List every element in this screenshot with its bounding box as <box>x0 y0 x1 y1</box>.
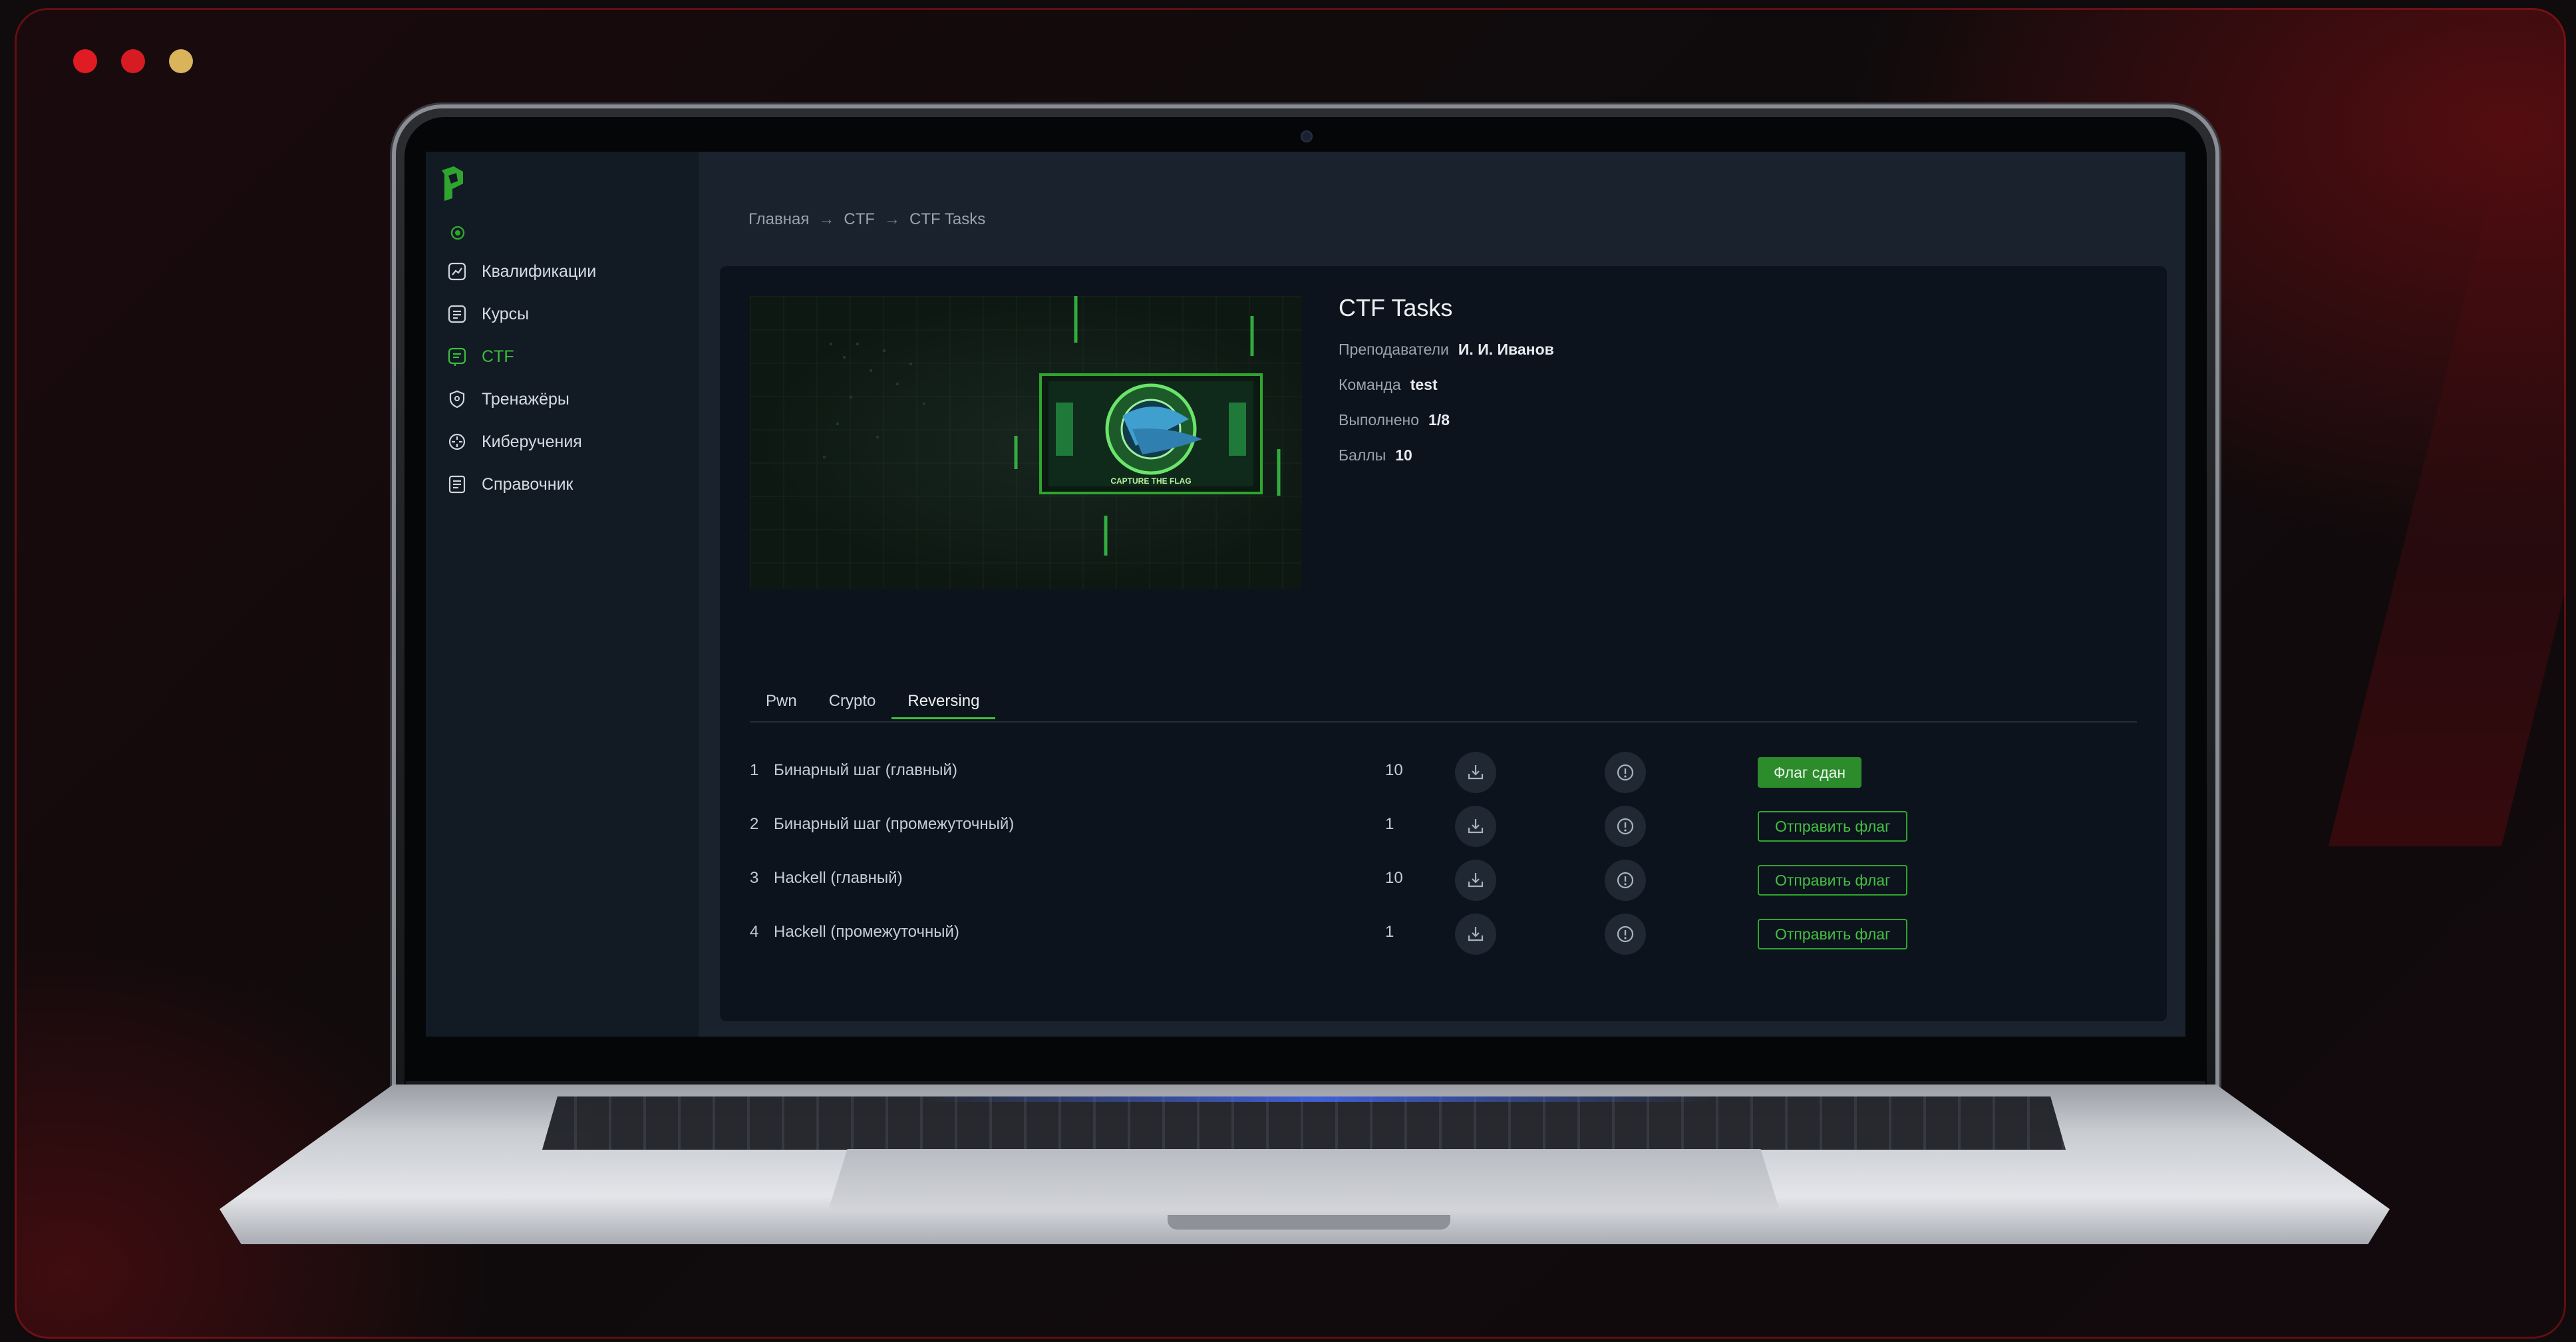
sidebar-nav: Квалификации Курсы CTF Тренажёры Киберуч… <box>446 250 596 506</box>
flag-submitted-button[interactable]: Флаг сдан <box>1758 757 1862 788</box>
decorative-slash <box>2328 114 2566 846</box>
sidebar-item-reference[interactable]: Справочник <box>446 463 596 506</box>
tab-crypto[interactable]: Crypto <box>813 692 892 717</box>
app-screen: Квалификации Курсы CTF Тренажёры Киберуч… <box>426 152 2185 1037</box>
sidebar-item-label: Справочник <box>482 474 573 494</box>
task-row: 2 Бинарный шаг (промежуточный) 1 Отправи… <box>750 800 2137 854</box>
laptop-notch <box>1168 1215 1450 1230</box>
sidebar-item-ctf[interactable]: CTF <box>446 335 596 378</box>
info-icon <box>1617 818 1634 835</box>
window-close-dot[interactable] <box>73 49 97 73</box>
course-info: CTF Tasks Преподаватели И. И. Иванов Кома… <box>1339 294 1554 482</box>
laptop-keyboard <box>542 1096 2066 1150</box>
task-points: 1 <box>1385 923 1394 941</box>
sidebar-item-label: Курсы <box>482 304 530 323</box>
sidebar-item-trainers[interactable]: Тренажёры <box>446 378 596 420</box>
done-value: 1/8 <box>1428 411 1450 428</box>
task-number: 1 <box>750 761 759 779</box>
task-row: 1 Бинарный шаг (главный) 10 Флаг сдан <box>750 747 2137 800</box>
course-banner-image: CAPTURE THE FLAG <box>750 296 1302 589</box>
sidebar: Квалификации Курсы CTF Тренажёры Киберуч… <box>426 152 699 1037</box>
sidebar-item-label: Киберучения <box>482 432 582 451</box>
task-row: 3 Hackell (главный) 10 Отправить флаг <box>750 854 2137 908</box>
course-card: CAPTURE THE FLAG CTF Tasks Преподаватели… <box>720 266 2167 1021</box>
download-icon <box>1468 765 1484 780</box>
info-icon <box>1617 925 1634 943</box>
tab-pwn[interactable]: Pwn <box>750 692 813 717</box>
banner-caption: CAPTURE THE FLAG <box>1110 476 1191 486</box>
breadcrumb-separator: → <box>884 210 901 228</box>
info-button[interactable] <box>1605 752 1646 793</box>
submit-flag-button[interactable]: Отправить флаг <box>1758 865 1908 896</box>
info-icon <box>1617 872 1634 889</box>
download-icon <box>1468 927 1484 941</box>
logo-icon[interactable] <box>438 164 467 201</box>
points-row: Баллы 10 <box>1339 446 1554 464</box>
laptop-trackpad <box>828 1149 1780 1210</box>
download-icon <box>1468 873 1484 888</box>
task-name: Бинарный шаг (главный) <box>774 761 957 779</box>
team-row: Команда test <box>1339 376 1554 394</box>
info-button[interactable] <box>1605 860 1646 901</box>
keyboard-glow <box>918 1096 1716 1102</box>
breadcrumb-ctf[interactable]: CTF <box>844 210 875 228</box>
submit-flag-button[interactable]: Отправить флаг <box>1758 919 1908 949</box>
reference-icon <box>446 473 468 496</box>
download-button[interactable] <box>1455 806 1496 847</box>
done-row: Выполнено 1/8 <box>1339 411 1554 429</box>
status-dot-icon <box>450 226 465 240</box>
done-label: Выполнено <box>1339 411 1420 428</box>
points-value: 10 <box>1395 446 1412 464</box>
window-maximize-dot[interactable] <box>169 49 193 73</box>
webcam <box>1301 130 1313 142</box>
task-name: Бинарный шаг (промежуточный) <box>774 815 1015 833</box>
task-row: 4 Hackell (промежуточный) 1 Отправить фл… <box>750 908 2137 962</box>
info-icon <box>1617 764 1634 781</box>
download-icon <box>1468 819 1484 834</box>
team-label: Команда <box>1339 376 1401 393</box>
shield-icon <box>446 388 468 411</box>
info-button[interactable] <box>1605 914 1646 955</box>
chart-icon <box>446 260 468 283</box>
breadcrumb-home[interactable]: Главная <box>748 210 809 228</box>
task-points: 10 <box>1385 869 1403 887</box>
teachers-row: Преподаватели И. И. Иванов <box>1339 341 1554 359</box>
book-icon <box>446 303 468 325</box>
download-button[interactable] <box>1455 914 1496 955</box>
breadcrumb: Главная → CTF → CTF Tasks <box>748 210 985 229</box>
task-list: 1 Бинарный шаг (главный) 10 Флаг сдан 2 … <box>750 747 2137 962</box>
window-minimize-dot[interactable] <box>121 49 145 73</box>
breadcrumb-current: CTF Tasks <box>909 210 986 228</box>
flag-icon <box>446 345 468 368</box>
points-label: Баллы <box>1339 446 1386 464</box>
task-number: 2 <box>750 815 759 833</box>
task-points: 10 <box>1385 761 1403 779</box>
task-name: Hackell (промежуточный) <box>774 923 959 941</box>
info-button[interactable] <box>1605 806 1646 847</box>
team-value: test <box>1410 376 1438 393</box>
download-button[interactable] <box>1455 860 1496 901</box>
submit-flag-button[interactable]: Отправить флаг <box>1758 811 1908 842</box>
task-name: Hackell (главный) <box>774 869 903 887</box>
teachers-label: Преподаватели <box>1339 341 1449 358</box>
sidebar-item-label: Тренажёры <box>482 389 569 409</box>
breadcrumb-separator: → <box>818 210 835 228</box>
course-title: CTF Tasks <box>1339 294 1453 321</box>
task-number: 3 <box>750 869 759 887</box>
sidebar-item-cyber-exercises[interactable]: Киберучения <box>446 420 596 463</box>
sidebar-item-label: CTF <box>482 347 514 366</box>
tab-reversing[interactable]: Reversing <box>891 692 996 719</box>
sidebar-item-label: Квалификации <box>482 261 597 281</box>
category-tabs: Pwn Crypto Reversing <box>750 692 2137 723</box>
teachers-value: И. И. Иванов <box>1458 341 1554 358</box>
main-content: Главная → CTF → CTF Tasks CAPTURE THE FL… <box>699 152 2185 1037</box>
sidebar-item-courses[interactable]: Курсы <box>446 293 596 335</box>
task-points: 1 <box>1385 815 1394 833</box>
sidebar-item-qualifications[interactable]: Квалификации <box>446 250 596 293</box>
target-icon <box>446 430 468 453</box>
download-button[interactable] <box>1455 752 1496 793</box>
task-number: 4 <box>750 923 759 941</box>
